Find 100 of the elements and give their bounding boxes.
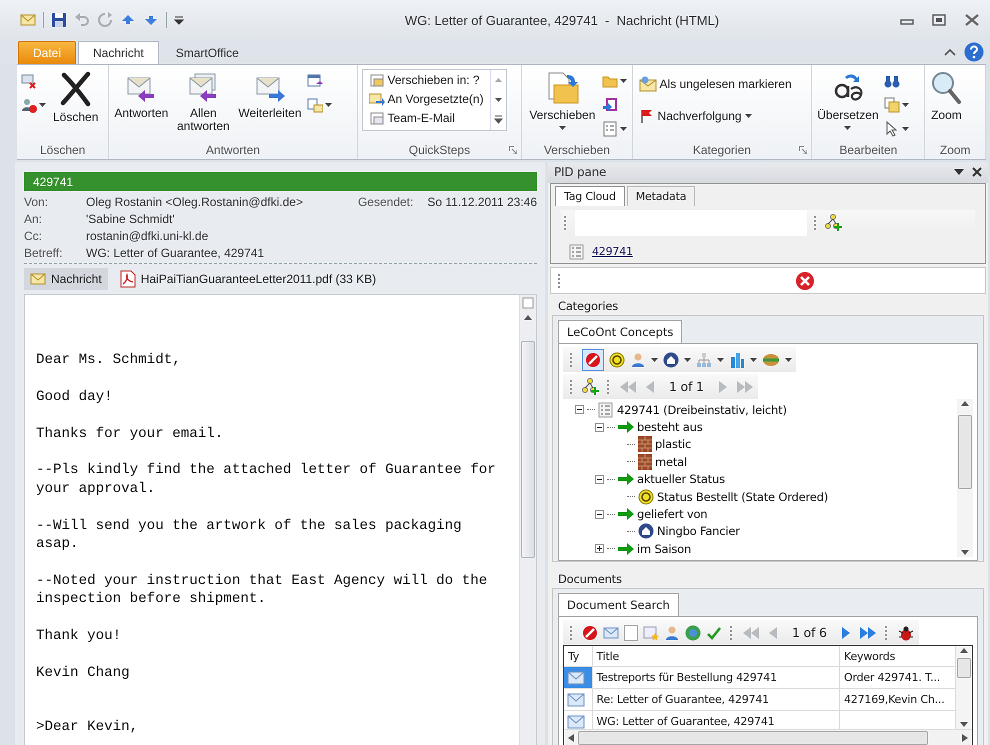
ribbon-tab[interactable]: SmartOffice xyxy=(160,41,254,64)
table-cell: Order 429741. T... xyxy=(844,671,940,684)
mail-icon[interactable] xyxy=(603,624,619,640)
pane-menu-icon[interactable] xyxy=(954,169,964,176)
dialog-launcher-icon[interactable] xyxy=(509,146,518,154)
bug-icon[interactable] xyxy=(896,624,915,640)
dialog-launcher-icon[interactable] xyxy=(799,146,808,154)
scroll-thumb[interactable] xyxy=(521,341,535,558)
tree-item[interactable]: 429741 (Dreibeinstativ, leicht) xyxy=(617,402,787,417)
close-icon[interactable] xyxy=(972,167,982,178)
scroll-thumb[interactable] xyxy=(957,658,971,678)
forward-button[interactable]: Weiterleiten xyxy=(235,71,304,120)
translate-button[interactable]: Übersetzen xyxy=(814,71,882,130)
message-paragraph: --Noted your instruction that East Agency will do the inspection before shipment. xyxy=(36,572,488,609)
panel-tab[interactable]: Document Search xyxy=(558,593,679,616)
cursor-icon[interactable] xyxy=(884,121,900,137)
scroll-left-icon[interactable] xyxy=(568,734,574,742)
restore-icon[interactable] xyxy=(932,14,946,26)
house-icon[interactable] xyxy=(663,352,679,368)
junk-person-icon[interactable] xyxy=(21,97,37,113)
column-header[interactable]: Title xyxy=(592,646,840,666)
mail-icon xyxy=(567,670,585,684)
tree-item[interactable]: besteht aus xyxy=(637,420,703,434)
onenote-icon[interactable] xyxy=(602,97,618,113)
person-icon[interactable] xyxy=(630,352,646,368)
clear-icon[interactable] xyxy=(585,352,601,368)
caret-icon xyxy=(651,358,658,362)
flag-icon xyxy=(638,108,655,124)
concept-icon[interactable] xyxy=(609,352,625,368)
copy-icon[interactable] xyxy=(884,97,900,113)
more-respond-icon[interactable] xyxy=(306,97,322,113)
column-header[interactable]: Keywords xyxy=(840,646,956,666)
tree-item[interactable]: metal xyxy=(655,454,688,469)
ignore-icon[interactable] xyxy=(21,73,37,89)
follow-up-button[interactable]: Nachverfolgung xyxy=(636,107,794,125)
buildings-icon[interactable] xyxy=(729,352,745,368)
mark-unread-button[interactable]: Als ungelesen markieren xyxy=(636,75,794,93)
expand-icon[interactable] xyxy=(595,544,604,554)
message-paragraph: --Pls kindly find the attached letter of Guarantee for your approval. xyxy=(36,461,497,498)
pane-tab[interactable]: Tag Cloud xyxy=(555,186,625,206)
scroll-up-icon[interactable] xyxy=(523,313,533,321)
ribbon-tab[interactable]: Nachricht xyxy=(78,41,159,64)
checklist-icon xyxy=(569,244,584,260)
scroll-up-icon[interactable] xyxy=(959,646,969,654)
delete-button[interactable]: Löschen xyxy=(50,71,102,124)
arrow-icon xyxy=(618,542,634,555)
field-value: Oleg Rostanin <Oleg.Rostanin@dfki.de> xyxy=(86,195,304,209)
collapse-icon[interactable] xyxy=(575,405,584,414)
message-tab[interactable]: Nachricht xyxy=(24,268,108,290)
category-bar: 429741 xyxy=(24,172,537,191)
collapse-icon[interactable] xyxy=(595,422,604,432)
clear-icon[interactable] xyxy=(582,624,598,640)
move-button[interactable]: Verschieben xyxy=(526,71,598,130)
help-icon[interactable] xyxy=(964,42,984,62)
globe-icon[interactable] xyxy=(685,624,701,640)
tree-item[interactable]: Ningbo Fancier xyxy=(657,524,740,538)
forward-envelope-icon xyxy=(368,91,385,107)
rules-icon[interactable] xyxy=(602,121,618,137)
envelope-icon[interactable] xyxy=(20,12,36,28)
scroll-thumb[interactable] xyxy=(958,415,972,489)
collapse-icon[interactable] xyxy=(595,474,604,484)
brick-icon xyxy=(638,454,652,470)
tree-item[interactable]: aktueller Status xyxy=(637,472,725,486)
collapse-ribbon-icon[interactable] xyxy=(944,48,956,56)
quickstep-item[interactable]: Team-E-Mail xyxy=(366,109,486,127)
tree-item[interactable]: im Saison xyxy=(637,542,692,556)
scroll-thumb[interactable] xyxy=(578,731,928,745)
customize-icon[interactable] xyxy=(174,15,184,25)
tag-link[interactable]: 429741 xyxy=(592,245,633,258)
quickstep-item[interactable]: Verschieben in: ? xyxy=(366,71,486,89)
binoculars-icon[interactable] xyxy=(884,73,900,89)
caret-icon xyxy=(902,103,909,107)
reply-all-button[interactable]: Allen antworten xyxy=(173,71,234,133)
checkmark-icon[interactable] xyxy=(706,624,722,640)
attachment-tab[interactable]: HaiPaiTianGuaranteeLetter2011.pdf (33 KB) xyxy=(114,267,382,291)
save-icon[interactable] xyxy=(51,12,67,28)
tree-item[interactable]: geliefert von xyxy=(637,507,708,522)
remove-icon[interactable] xyxy=(795,270,815,291)
team-mail-icon xyxy=(368,110,385,126)
scroll-right-icon[interactable] xyxy=(962,734,968,742)
calendar-reply-icon[interactable] xyxy=(306,73,322,89)
close-icon[interactable] xyxy=(964,14,980,26)
arrow-icon xyxy=(618,421,634,434)
zoom-button[interactable]: Zoom xyxy=(927,71,966,122)
pane-tab[interactable]: Metadata xyxy=(626,186,696,206)
last-page-icon[interactable] xyxy=(858,624,877,640)
hierarchy-icon[interactable] xyxy=(696,352,712,368)
group-label: Verschieben xyxy=(544,143,610,157)
collapse-icon[interactable] xyxy=(595,510,604,519)
scroll-down-icon[interactable] xyxy=(960,549,970,557)
tree-item[interactable]: Status Bestellt (State Ordered) xyxy=(657,490,828,504)
tree-item[interactable]: plastic xyxy=(655,437,692,452)
add-node-icon[interactable] xyxy=(825,214,842,232)
page-icon[interactable] xyxy=(522,297,534,309)
scroll-up-icon[interactable] xyxy=(960,399,970,407)
add-node-icon[interactable] xyxy=(582,378,599,395)
panel-tab[interactable]: LeCoOnt Concepts xyxy=(558,320,682,343)
person-icon[interactable] xyxy=(664,624,680,640)
reply-button[interactable]: Antworten xyxy=(111,71,172,120)
quickstep-item[interactable]: An Vorgesetzte(n) xyxy=(366,90,486,108)
